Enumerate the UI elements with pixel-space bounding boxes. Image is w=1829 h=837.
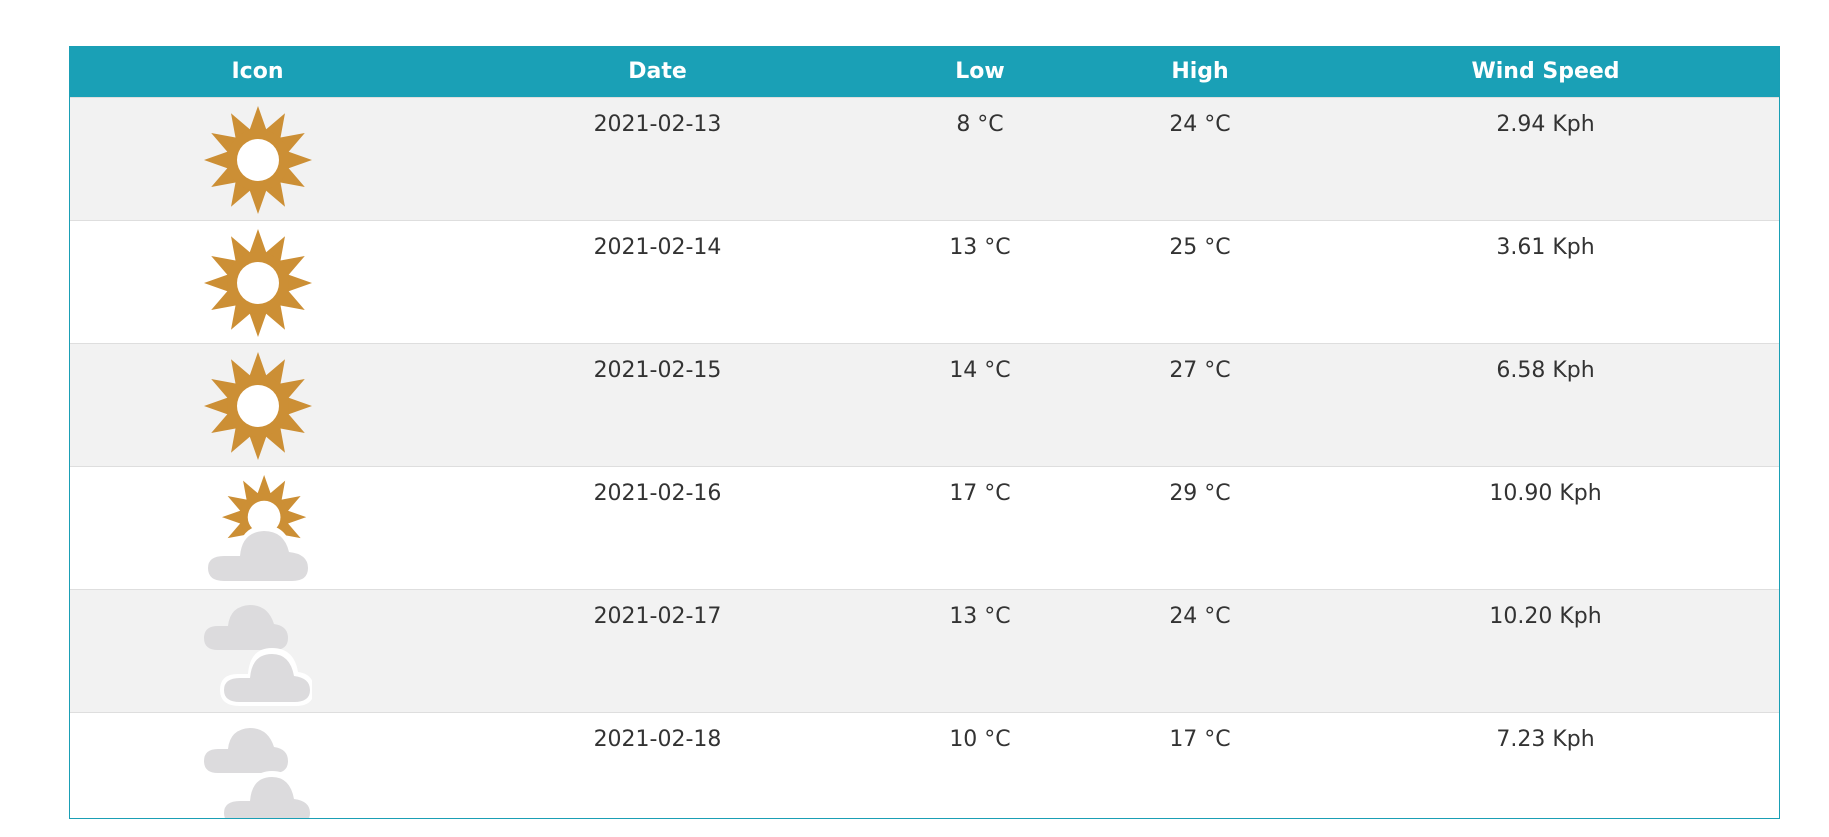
cloudy-icon xyxy=(203,604,312,706)
high-cell: 24 °C xyxy=(1169,603,1231,629)
forecast-table: Icon Date Low High Wind Speed 2021-02-13… xyxy=(70,47,1779,818)
wind-speed-cell: 3.61 Kph xyxy=(1496,234,1595,260)
sun-icon xyxy=(203,351,312,460)
date-cell: 2021-02-16 xyxy=(593,480,722,506)
high-cell: 27 °C xyxy=(1169,357,1231,383)
forecast-table-container: Icon Date Low High Wind Speed 2021-02-13… xyxy=(69,46,1780,819)
table-header-row: Icon Date Low High Wind Speed xyxy=(70,47,1779,97)
icon-cell xyxy=(70,220,445,343)
icon-cell xyxy=(70,589,445,712)
high-cell: 25 °C xyxy=(1169,234,1231,260)
date-cell: 2021-02-14 xyxy=(593,234,722,260)
date-cell: 2021-02-18 xyxy=(593,726,722,752)
icon-cell xyxy=(70,466,445,589)
low-cell: 10 °C xyxy=(949,726,1011,752)
sun-icon xyxy=(203,105,312,214)
low-cell: 13 °C xyxy=(949,234,1011,260)
wind-speed-cell: 2.94 Kph xyxy=(1496,111,1595,137)
column-header-high: High xyxy=(1171,59,1229,85)
high-cell: 29 °C xyxy=(1169,480,1231,506)
table-row: 2021-02-16 17 °C 29 °C 10.90 Kph xyxy=(70,466,1779,589)
low-cell: 8 °C xyxy=(956,111,1004,137)
cloudy-icon xyxy=(203,727,312,818)
date-cell: 2021-02-15 xyxy=(593,357,722,383)
table-row: 2021-02-17 13 °C 24 °C 10.20 Kph xyxy=(70,589,1779,712)
table-row: 2021-02-18 10 °C 17 °C 7.23 Kph xyxy=(70,712,1779,818)
low-cell: 17 °C xyxy=(949,480,1011,506)
table-row: 2021-02-15 14 °C 27 °C 6.58 Kph xyxy=(70,343,1779,466)
wind-speed-cell: 10.20 Kph xyxy=(1489,603,1602,629)
table-row: 2021-02-13 8 °C 24 °C 2.94 Kph xyxy=(70,97,1779,220)
wind-speed-cell: 7.23 Kph xyxy=(1496,726,1595,752)
column-header-low: Low xyxy=(955,59,1005,85)
icon-cell xyxy=(70,712,445,818)
date-cell: 2021-02-17 xyxy=(593,603,722,629)
low-cell: 13 °C xyxy=(949,603,1011,629)
sun-icon xyxy=(203,228,312,337)
table-row: 2021-02-14 13 °C 25 °C 3.61 Kph xyxy=(70,220,1779,343)
wind-speed-cell: 10.90 Kph xyxy=(1489,480,1602,506)
column-header-date: Date xyxy=(628,59,687,85)
icon-cell xyxy=(70,97,445,220)
wind-speed-cell: 6.58 Kph xyxy=(1496,357,1595,383)
high-cell: 17 °C xyxy=(1169,726,1231,752)
low-cell: 14 °C xyxy=(949,357,1011,383)
partly-cloudy-icon xyxy=(203,474,312,583)
high-cell: 24 °C xyxy=(1169,111,1231,137)
icon-cell xyxy=(70,343,445,466)
date-cell: 2021-02-13 xyxy=(593,111,722,137)
column-header-icon: Icon xyxy=(231,59,284,85)
column-header-wind-speed: Wind Speed xyxy=(1471,59,1620,85)
